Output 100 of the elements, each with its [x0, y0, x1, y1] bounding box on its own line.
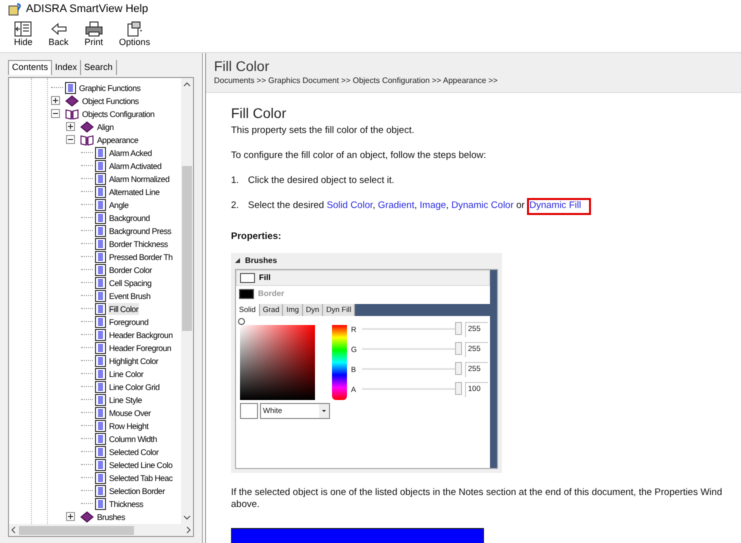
- horizontal-scrollbar[interactable]: [9, 524, 193, 536]
- tree-item[interactable]: Appearance: [96, 134, 140, 146]
- page-icon: [95, 484, 106, 496]
- lead-text: To configure the fill color of an object, follow the steps below:: [231, 149, 488, 164]
- tree-item[interactable]: Background: [108, 212, 151, 224]
- tree-item[interactable]: Alarm Normalized: [108, 172, 170, 184]
- nav-tab[interactable]: Index: [52, 60, 82, 75]
- page-icon: [95, 198, 106, 210]
- step-text: Select the desired Solid Color, Gradient, Image, Dynamic Color or Dynamic Fill: [248, 199, 592, 214]
- page-icon: [95, 224, 106, 236]
- page-icon: [65, 82, 76, 94]
- topic-link[interactable]: Gradient: [378, 200, 414, 212]
- page-icon: [95, 446, 106, 458]
- brush-label: Border: [258, 288, 284, 300]
- open-book-icon: [65, 108, 79, 120]
- help-book-icon: [8, 3, 22, 16]
- tree-item[interactable]: Cell Spacing: [108, 276, 152, 288]
- tree-item[interactable]: Selected Line Colo: [108, 458, 174, 470]
- topic-link[interactable]: Dynamic Fill: [527, 198, 592, 216]
- tree-item[interactable]: Alternated Line: [108, 186, 161, 198]
- page-icon: [95, 316, 106, 328]
- page-icon: [95, 420, 106, 432]
- tree-item[interactable]: Selected Color: [108, 446, 160, 458]
- page-icon: [95, 368, 106, 380]
- toolbar-button[interactable]: Hide: [10, 19, 37, 48]
- tree-item[interactable]: Border Thickness: [108, 238, 169, 250]
- tree-item[interactable]: Highlight Color: [108, 354, 160, 366]
- tree-item[interactable]: Event Brush: [108, 290, 152, 302]
- nav-tab[interactable]: Contents: [8, 60, 52, 75]
- brush-row[interactable]: Fill: [236, 270, 490, 286]
- expand-toggle[interactable]: [51, 96, 60, 105]
- tree-item[interactable]: Line Style: [108, 394, 143, 406]
- page-icon: [95, 432, 106, 444]
- topic-link[interactable]: Dynamic Color: [451, 200, 514, 212]
- tree-item[interactable]: Foreground: [108, 316, 150, 328]
- topic-link[interactable]: Image: [420, 200, 446, 212]
- collapse-triangle-icon: [235, 258, 240, 264]
- page-icon: [95, 264, 106, 276]
- note-text: If the selected object is one of the listed objects in the Notes section at the end of this document, the Properties Wind: [231, 486, 724, 499]
- tree-item[interactable]: Fill Color: [108, 302, 140, 314]
- tree-item[interactable]: Brushes: [96, 510, 126, 522]
- tree-item[interactable]: Border Color: [108, 264, 153, 276]
- topic-link[interactable]: Solid Color: [326, 200, 373, 212]
- tree-item[interactable]: Object Functions: [81, 94, 140, 106]
- properties-label: Properties:: [231, 230, 282, 244]
- tree-item[interactable]: Thickness: [108, 498, 144, 510]
- collapse-toggle[interactable]: [66, 135, 75, 144]
- tree-item[interactable]: Angle: [108, 198, 130, 210]
- toolbar-button[interactable]: Print: [80, 19, 108, 48]
- breadcrumb: Documents >> Graphics Document >> Objects Configuration >> Appearance >>: [214, 75, 499, 87]
- toolbar-button[interactable]: Back: [44, 19, 73, 48]
- toolbar-button[interactable]: Options: [115, 19, 154, 48]
- tree-item[interactable]: Column Width: [108, 432, 158, 444]
- brush-label: Fill: [259, 272, 271, 284]
- step-number: 1.: [231, 174, 240, 188]
- step-number: 2.: [231, 199, 240, 214]
- collapse-toggle[interactable]: [51, 109, 60, 118]
- intro-text: This property sets the fill color of the object.: [231, 124, 416, 138]
- page-icon: [95, 394, 106, 406]
- tree-item[interactable]: Pressed Border Th: [108, 250, 174, 262]
- dropdown-caret-icon: [319, 404, 329, 418]
- tree-item[interactable]: Row Height: [108, 420, 150, 432]
- tree-item[interactable]: Objects Configuration: [81, 108, 156, 120]
- page-icon: [95, 238, 106, 250]
- tree-item[interactable]: Align: [96, 120, 115, 132]
- selected-color-swatch: [240, 402, 258, 419]
- tree-item[interactable]: Line Color: [108, 368, 144, 380]
- page-icon: [95, 458, 106, 470]
- tree-item[interactable]: Selected Tab Heac: [108, 472, 174, 484]
- page-icon: [95, 146, 106, 158]
- scroll-down-icon: [183, 514, 191, 522]
- tree-item[interactable]: Mouse Over: [108, 406, 152, 418]
- slider-thumb[interactable]: [455, 382, 462, 396]
- expand-toggle[interactable]: [66, 512, 75, 521]
- tree-item[interactable]: Header Foregroun: [108, 342, 172, 354]
- saturation-picker[interactable]: [240, 324, 315, 400]
- window-title: ADISRA SmartView Help: [26, 2, 148, 18]
- slider-thumb[interactable]: [455, 322, 462, 336]
- page-icon: [95, 212, 106, 224]
- nav-tab[interactable]: Search: [81, 60, 117, 75]
- expand-toggle[interactable]: [66, 122, 75, 131]
- topic-title: Fill Color: [214, 58, 270, 74]
- tree-item[interactable]: Selection Border: [108, 484, 166, 496]
- page-icon: [95, 472, 106, 484]
- content-heading: Fill Color: [231, 105, 288, 121]
- slider-thumb[interactable]: [455, 362, 462, 376]
- slider-thumb[interactable]: [455, 342, 462, 356]
- page-icon: [95, 160, 106, 172]
- eyedropper-circle-icon: [238, 318, 245, 325]
- vertical-scrollbar[interactable]: [181, 78, 193, 524]
- tree-item[interactable]: Header Backgroun: [108, 328, 174, 340]
- tree-item[interactable]: Alarm Activated: [108, 160, 162, 172]
- tree-item[interactable]: Alarm Acked: [108, 146, 153, 158]
- hue-bar[interactable]: [332, 324, 347, 400]
- page-icon: [95, 186, 106, 198]
- tree-item[interactable]: Background Press: [108, 224, 172, 236]
- tree-item[interactable]: Graphic Functions: [78, 82, 142, 94]
- page-icon: [95, 328, 106, 340]
- page-icon: [95, 342, 106, 354]
- tree-item[interactable]: Line Color Grid: [108, 380, 161, 392]
